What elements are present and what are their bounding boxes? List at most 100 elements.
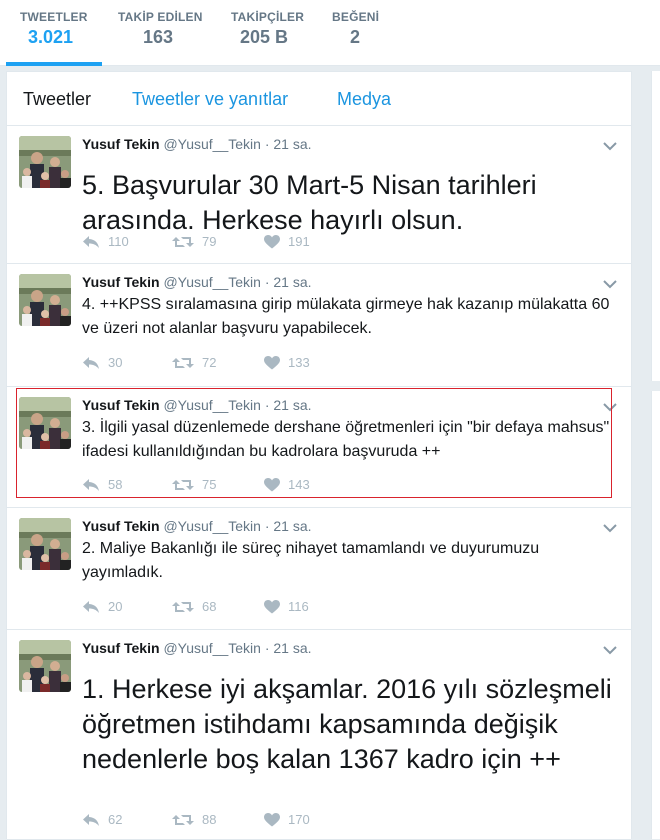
avatar[interactable] <box>19 518 71 570</box>
tweet-text: 2. Maliye Bakanlığı ile süreç nihayet ta… <box>82 540 540 581</box>
heart-icon <box>264 355 280 370</box>
tweet-timestamp[interactable]: · 21 sa. <box>265 397 312 413</box>
stat-tweets[interactable]: TWEETLER 3.021 <box>6 10 102 66</box>
right-card-bottom <box>651 391 660 839</box>
reply-icon <box>82 356 100 370</box>
tweet-timestamp[interactable]: · 21 sa. <box>265 518 312 534</box>
tweet-header: Yusuf Tekin @Yusuf__Tekin · 21 sa. <box>82 136 312 152</box>
retweet-icon <box>172 813 194 827</box>
tweet-author-name[interactable]: Yusuf Tekin <box>82 274 160 290</box>
tab-tweets-and-replies[interactable]: Tweetler ve yanıtlar <box>132 89 288 110</box>
tweet-author-handle[interactable]: @Yusuf__Tekin <box>163 274 261 290</box>
chevron-down-icon[interactable] <box>603 520 619 533</box>
tweet-item[interactable]: Yusuf Tekin @Yusuf__Tekin · 21 sa. 5. Ba… <box>7 126 631 264</box>
tweet-actions: 58 75 143 <box>82 477 382 497</box>
reply-icon <box>82 813 100 827</box>
tweet-item[interactable]: Yusuf Tekin @Yusuf__Tekin · 21 sa. 4. ++… <box>7 264 631 387</box>
stat-following-label: TAKİP EDİLEN <box>118 10 203 24</box>
avatar-image <box>19 397 71 449</box>
tweet-author-handle[interactable]: @Yusuf__Tekin <box>163 397 261 413</box>
avatar-image <box>19 518 71 570</box>
avatar[interactable] <box>19 274 71 326</box>
like-count: 133 <box>288 355 310 370</box>
profile-stats-bar: TWEETLER 3.021 TAKİP EDİLEN 163 TAKİPÇİL… <box>0 0 660 66</box>
chevron-down-icon[interactable] <box>603 276 619 289</box>
reply-button[interactable]: 58 <box>82 477 122 492</box>
retweet-count: 75 <box>202 477 217 492</box>
timeline-tabs: Tweetler Tweetler ve yanıtlar Medya <box>7 72 631 126</box>
reply-icon <box>82 235 100 249</box>
tweet-actions: 30 72 133 <box>82 355 382 375</box>
retweet-button[interactable]: 72 <box>172 355 216 370</box>
tweet-actions: 20 68 116 <box>82 599 382 619</box>
tab-tweets[interactable]: Tweetler <box>23 89 91 110</box>
tweet-item[interactable]: Yusuf Tekin @Yusuf__Tekin · 21 sa. 2. Ma… <box>7 508 631 630</box>
reply-icon <box>82 478 100 492</box>
reply-count: 30 <box>108 355 123 370</box>
tweet-author-name[interactable]: Yusuf Tekin <box>82 640 160 656</box>
tweet-author-handle[interactable]: @Yusuf__Tekin <box>163 518 261 534</box>
retweet-count: 79 <box>202 234 217 249</box>
stat-followers[interactable]: TAKİPÇİLER 205 B <box>231 10 321 66</box>
timeline: Tweetler Tweetler ve yanıtlar Medya Yusu… <box>6 71 632 840</box>
retweet-icon <box>172 600 194 614</box>
avatar[interactable] <box>19 640 71 692</box>
retweet-count: 68 <box>202 599 217 614</box>
stat-following[interactable]: TAKİP EDİLEN 163 <box>118 10 218 66</box>
heart-icon <box>264 234 280 249</box>
avatar[interactable] <box>19 136 71 188</box>
tweet-header: Yusuf Tekin @Yusuf__Tekin · 21 sa. <box>82 274 312 290</box>
retweet-icon <box>172 478 194 492</box>
avatar[interactable] <box>19 397 71 449</box>
tweet-timestamp[interactable]: · 21 sa. <box>265 640 312 656</box>
stat-tweets-label: TWEETLER <box>20 10 88 24</box>
retweet-button[interactable]: 68 <box>172 599 216 614</box>
reply-button[interactable]: 30 <box>82 355 122 370</box>
chevron-down-icon[interactable] <box>603 399 619 412</box>
tweet-text: 1. Herkese iyi akşamlar. 2016 yılı sözle… <box>82 674 612 774</box>
tweet-author-handle[interactable]: @Yusuf__Tekin <box>163 640 261 656</box>
like-button[interactable]: 191 <box>264 234 310 249</box>
stat-followers-label: TAKİPÇİLER <box>231 10 305 24</box>
avatar-image <box>19 274 71 326</box>
like-count: 143 <box>288 477 310 492</box>
like-button[interactable]: 116 <box>264 599 309 614</box>
chevron-down-icon[interactable] <box>603 138 619 151</box>
tweet-text: 4. ++KPSS sıralamasına girip mülakata gi… <box>82 296 610 337</box>
reply-button[interactable]: 110 <box>82 234 129 249</box>
tweet-text: 3. İlgili yasal düzenlemede dershane öğr… <box>82 419 610 460</box>
like-button[interactable]: 133 <box>264 355 310 370</box>
retweet-button[interactable]: 75 <box>172 477 216 492</box>
tweet-text: 5. Başvurular 30 Mart-5 Nisan tarihleri … <box>82 170 537 235</box>
reply-button[interactable]: 62 <box>82 812 122 827</box>
tweet-author-handle[interactable]: @Yusuf__Tekin <box>163 136 261 152</box>
tweet-timestamp[interactable]: · 21 sa. <box>265 274 312 290</box>
retweet-icon <box>172 235 194 249</box>
tweet-timestamp[interactable]: · 21 sa. <box>265 136 312 152</box>
retweet-icon <box>172 356 194 370</box>
like-count: 191 <box>288 234 310 249</box>
reply-count: 20 <box>108 599 123 614</box>
tweet-author-name[interactable]: Yusuf Tekin <box>82 136 160 152</box>
tweet-author-name[interactable]: Yusuf Tekin <box>82 518 160 534</box>
like-count: 116 <box>288 599 309 614</box>
like-button[interactable]: 170 <box>264 812 310 827</box>
tweet-header: Yusuf Tekin @Yusuf__Tekin · 21 sa. <box>82 518 312 534</box>
reply-button[interactable]: 20 <box>82 599 122 614</box>
retweet-button[interactable]: 88 <box>172 812 216 827</box>
chevron-down-icon[interactable] <box>603 642 619 655</box>
tweet-author-name[interactable]: Yusuf Tekin <box>82 397 160 413</box>
tweet-actions: 62 88 170 <box>82 812 382 832</box>
like-button[interactable]: 143 <box>264 477 310 492</box>
stat-likes[interactable]: BEĞENİ 2 <box>332 10 392 66</box>
reply-count: 58 <box>108 477 123 492</box>
tweet-item[interactable]: Yusuf Tekin @Yusuf__Tekin · 21 sa. 1. He… <box>7 630 631 840</box>
tweet-header: Yusuf Tekin @Yusuf__Tekin · 21 sa. <box>82 640 312 656</box>
retweet-button[interactable]: 79 <box>172 234 216 249</box>
tweet-item[interactable]: Yusuf Tekin @Yusuf__Tekin · 21 sa. 3. İl… <box>7 387 631 508</box>
stat-followers-value: 205 B <box>240 27 289 47</box>
tab-media[interactable]: Medya <box>337 89 391 110</box>
stat-tweets-value: 3.021 <box>28 27 74 47</box>
heart-icon <box>264 599 280 614</box>
right-card-top <box>651 71 660 381</box>
